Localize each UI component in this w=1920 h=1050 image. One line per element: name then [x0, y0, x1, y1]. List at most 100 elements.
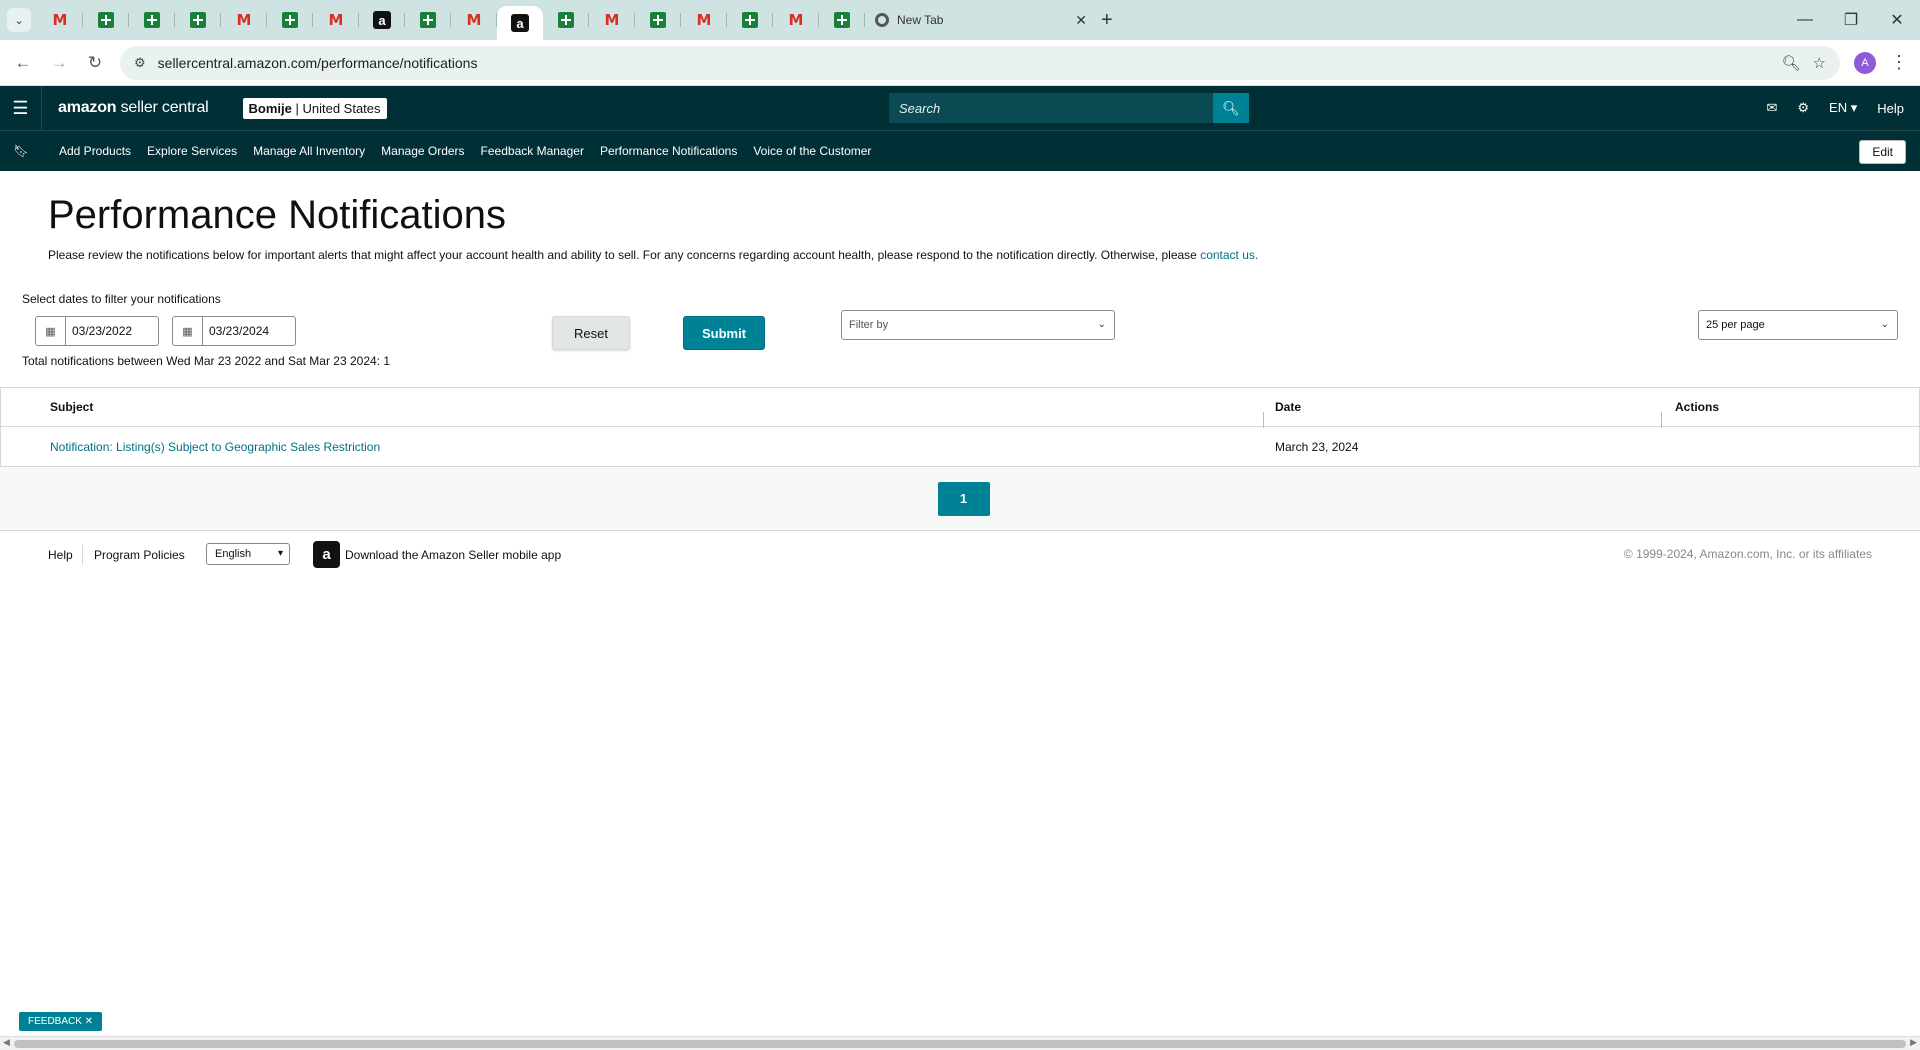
scrollbar-thumb[interactable] — [14, 1040, 1906, 1048]
browser-tab[interactable]: M — [773, 0, 819, 40]
browser-tab[interactable] — [819, 0, 865, 40]
browser-tab[interactable] — [635, 0, 681, 40]
per-page-dropdown[interactable]: 25 per page ⌄ — [1698, 310, 1898, 340]
submit-button[interactable]: Submit — [683, 316, 765, 350]
browser-menu-icon[interactable]: ⋮ — [1890, 52, 1908, 73]
tab-search-button[interactable]: ⌄ — [7, 8, 31, 32]
page-intro: Please review the notifications below fo… — [48, 248, 1920, 262]
filter-by-dropdown[interactable]: Filter by ⌄ — [841, 310, 1115, 340]
close-icon[interactable]: ✕ — [1075, 12, 1087, 29]
gear-icon[interactable]: ⚙ — [1797, 100, 1809, 116]
chevron-down-icon: ⌄ — [1097, 319, 1106, 330]
amazon-icon: a — [511, 14, 529, 32]
window-close-icon[interactable]: ✕ — [1874, 0, 1920, 40]
restore-icon[interactable]: ❐ — [1828, 0, 1874, 40]
gmail-icon: M — [604, 11, 620, 29]
footer-help-link[interactable]: Help — [48, 548, 73, 562]
calendar-icon[interactable]: ▦ — [36, 317, 66, 345]
amazon-app-icon[interactable]: a — [313, 541, 340, 568]
minimize-icon[interactable]: — — [1782, 0, 1828, 40]
search-bar: 🔍︎ — [889, 93, 1249, 123]
browser-tab[interactable] — [175, 0, 221, 40]
table-header-row: Subject Date Actions — [0, 388, 1920, 428]
browser-tab-new-tab[interactable]: New Tab ✕ — [865, 0, 1097, 40]
notifications-table: Subject Date Actions Notification: Listi… — [0, 387, 1920, 467]
subject-cell: Notification: Listing(s) Subject to Geog… — [1, 440, 1263, 454]
start-date-input[interactable]: ▦ 03/23/2022 — [35, 316, 159, 346]
gmail-icon: M — [788, 11, 804, 29]
footer-program-policies-link[interactable]: Program Policies — [94, 548, 185, 562]
start-date-value: 03/23/2022 — [72, 324, 133, 338]
nav-manage-all-inventory[interactable]: Manage All Inventory — [253, 144, 365, 158]
seller-central-header: ☰ amazon seller central Bomije | United … — [0, 86, 1920, 130]
browser-tab[interactable]: M — [589, 0, 635, 40]
browser-tab[interactable]: M — [221, 0, 267, 40]
hamburger-menu-icon[interactable]: ☰ — [0, 86, 42, 130]
column-header-actions: Actions — [1661, 400, 1919, 428]
account-switcher[interactable]: Bomije | United States — [242, 97, 387, 119]
download-app-link[interactable]: Download the Amazon Seller mobile app — [345, 548, 561, 562]
zoom-icon[interactable]: 🔍︎ — [1782, 54, 1801, 72]
mail-icon[interactable]: ✉ — [1766, 100, 1777, 116]
browser-tab-active[interactable]: a — [497, 6, 543, 40]
language-selector[interactable]: EN ▾ — [1829, 100, 1857, 116]
browser-tab[interactable]: a — [359, 0, 405, 40]
contact-us-link[interactable]: contact us. — [1200, 248, 1258, 262]
browser-toolbar: ← → ↻ ⚙ sellercentral.amazon.com/perform… — [0, 40, 1920, 86]
column-header-subject[interactable]: Subject — [1, 400, 1263, 414]
browser-tab[interactable] — [405, 0, 451, 40]
reload-icon[interactable]: ↻ — [84, 53, 106, 73]
search-icon[interactable]: 🔍︎ — [1213, 93, 1249, 123]
browser-tab[interactable] — [543, 0, 589, 40]
browser-tab[interactable] — [83, 0, 129, 40]
sheets-icon — [144, 12, 160, 28]
nav-add-products[interactable]: Add Products — [59, 144, 131, 158]
nav-explore-services[interactable]: Explore Services — [147, 144, 237, 158]
scroll-left-arrow-icon[interactable]: ◀ — [3, 1037, 10, 1048]
site-settings-icon[interactable]: ⚙ — [134, 55, 146, 71]
bookmark-star-icon[interactable]: ☆ — [1813, 54, 1826, 72]
chevron-down-icon: ⌄ — [1880, 319, 1889, 330]
seller-central-logo[interactable]: amazon seller central — [58, 99, 209, 117]
url-text[interactable]: sellercentral.amazon.com/performance/not… — [158, 55, 1770, 71]
sheets-icon — [650, 12, 666, 28]
help-link[interactable]: Help — [1877, 101, 1904, 116]
tab-title: New Tab — [897, 13, 944, 27]
sheets-icon — [420, 12, 436, 28]
browser-tab[interactable]: M — [313, 0, 359, 40]
footer-language-value: English — [215, 548, 252, 560]
address-bar[interactable]: ⚙ sellercentral.amazon.com/performance/n… — [120, 45, 1840, 80]
scroll-right-arrow-icon[interactable]: ▶ — [1910, 1037, 1917, 1048]
new-tab-plus-icon[interactable]: + — [1101, 9, 1113, 32]
browser-tab[interactable] — [267, 0, 313, 40]
search-input[interactable] — [889, 93, 1213, 123]
end-date-input[interactable]: ▦ 03/23/2024 — [172, 316, 296, 346]
notification-link[interactable]: Notification: Listing(s) Subject to Geog… — [50, 440, 380, 454]
nav-performance-notifications[interactable]: Performance Notifications — [600, 144, 737, 158]
gmail-icon: M — [52, 11, 68, 29]
column-header-date[interactable]: Date — [1263, 400, 1661, 428]
browser-tab[interactable]: M — [451, 0, 497, 40]
browser-tab[interactable]: M — [681, 0, 727, 40]
reset-button[interactable]: Reset — [552, 316, 630, 350]
nav-voice-of-the-customer[interactable]: Voice of the Customer — [753, 144, 871, 158]
bookmark-icon[interactable]: 🔖︎ — [0, 144, 42, 158]
browser-tab[interactable] — [129, 0, 175, 40]
page-button-current[interactable]: 1 — [937, 481, 990, 516]
date-cell: March 23, 2024 — [1275, 439, 1359, 454]
profile-avatar[interactable]: A — [1854, 51, 1876, 74]
footer-language-select[interactable]: English ▾ — [206, 543, 290, 565]
browser-tab[interactable] — [727, 0, 773, 40]
gmail-icon: M — [696, 11, 712, 29]
back-arrow-icon[interactable]: ← — [12, 53, 34, 73]
feedback-button[interactable]: FEEDBACK ✕ — [19, 1012, 103, 1031]
nav-feedback-manager[interactable]: Feedback Manager — [481, 144, 584, 158]
horizontal-scrollbar[interactable]: ◀ ▶ — [0, 1036, 1920, 1050]
forward-arrow-icon[interactable]: → — [48, 53, 70, 73]
edit-nav-button[interactable]: Edit — [1859, 140, 1906, 164]
browser-tab[interactable]: M — [37, 0, 83, 40]
nav-manage-orders[interactable]: Manage Orders — [381, 144, 464, 158]
sheets-icon — [558, 12, 574, 28]
copyright-text: © 1999-2024, Amazon.com, Inc. or its aff… — [1623, 547, 1872, 561]
calendar-icon[interactable]: ▦ — [173, 317, 203, 345]
